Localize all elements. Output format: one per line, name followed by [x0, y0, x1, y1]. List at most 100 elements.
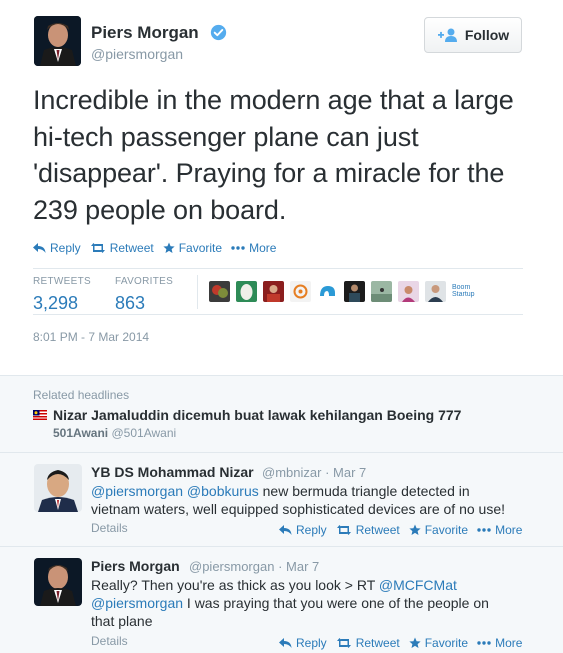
details-link[interactable]: Details [91, 634, 128, 648]
reply-text-part: I was praying that you were one of the p… [183, 595, 489, 611]
retweets-count: 3,298 [33, 293, 79, 313]
related-source-handle: @501Awani [111, 426, 177, 440]
more-label: More [495, 636, 523, 650]
reply-text: @piersmorgan @bobkurus new bermuda trian… [91, 482, 541, 518]
divider [0, 546, 563, 547]
add-user-icon [437, 28, 457, 42]
reply-author-handle[interactable]: @piersmorgan [189, 559, 274, 574]
favoriter-avatar[interactable] [290, 281, 311, 302]
favoriter-avatar[interactable] [209, 281, 230, 302]
author-handle[interactable]: @piersmorgan [91, 46, 183, 62]
star-icon [409, 637, 421, 648]
reply-author-name[interactable]: Piers Morgan [91, 558, 180, 574]
favoriter-avatars: Boom Startup [209, 281, 476, 302]
tweet-text: Incredible in the modern age that a larg… [33, 85, 514, 225]
stats-divider [197, 275, 198, 309]
retweet-icon [336, 525, 351, 535]
more-dots-icon [231, 246, 245, 250]
related-headline-source[interactable]: 501Awani @501Awani [53, 426, 176, 440]
favoriter-avatar[interactable] [425, 281, 446, 302]
divider [0, 452, 563, 453]
reply-meta: @piersmorgan · Mar 7 [189, 559, 319, 574]
verified-badge-icon [210, 24, 227, 41]
tweet-stats: RETWEETS 3,298 FAVORITES 863 Boom Startu… [33, 268, 523, 315]
retweet-button[interactable]: Retweet [336, 636, 400, 650]
favorites-stat[interactable]: FAVORITES 863 [115, 276, 173, 314]
more-dots-icon [477, 528, 491, 532]
more-button[interactable]: More [477, 523, 522, 537]
mention-link[interactable]: @MCFCMat [379, 577, 457, 593]
favoriter-avatar[interactable] [344, 281, 365, 302]
reply-date[interactable]: Mar 7 [286, 559, 319, 574]
favorite-button[interactable]: Favorite [163, 241, 222, 255]
favoriter-avatar[interactable] [398, 281, 419, 302]
related-headline-title[interactable]: Nizar Jamaluddin dicemuh buat lawak kehi… [53, 407, 461, 423]
favorites-count: 863 [115, 293, 146, 313]
favoriter-avatar[interactable] [236, 281, 257, 302]
reply-author-name[interactable]: YB DS Mohammad Nizar [91, 464, 254, 480]
tweet-card: Piers Morgan @piersmorgan Follow Incredi… [0, 0, 563, 653]
reply-icon [33, 243, 46, 253]
tweet-timestamp[interactable]: 8:01 PM - 7 Mar 2014 [33, 330, 149, 344]
favorite-label: Favorite [424, 523, 469, 537]
reply-button[interactable]: Reply [279, 523, 327, 537]
reply-text: Really? Then you're as thick as you look… [91, 576, 541, 630]
reply-text-part: vietnam waters, well equipped sophistica… [91, 501, 506, 517]
retweet-button[interactable]: Retweet [90, 241, 154, 255]
reply-avatar[interactable] [34, 558, 82, 606]
related-headlines-label: Related headlines [33, 388, 130, 402]
mention-link[interactable]: @bobkurus [187, 483, 259, 499]
meta-separator: · [278, 559, 283, 574]
author-name[interactable]: Piers Morgan [91, 23, 199, 43]
retweet-button[interactable]: Retweet [336, 523, 400, 537]
reply-avatar[interactable] [34, 464, 82, 512]
favoriter-avatar[interactable] [263, 281, 284, 302]
favorites-stat-label: FAVORITES [115, 276, 174, 287]
more-label: More [495, 523, 523, 537]
malaysia-flag-icon [33, 410, 47, 420]
follow-label: Follow [464, 27, 510, 43]
more-dots-icon [477, 641, 491, 645]
reply-meta: @mbnizar · Mar 7 [262, 465, 366, 480]
related-source-name: 501Awani [53, 426, 109, 440]
reply-actions: Reply Retweet Favorite More [279, 523, 531, 537]
reply-text-part: Really? Then you're as thick as you look… [91, 577, 379, 593]
favorite-button[interactable]: Favorite [409, 523, 468, 537]
retweet-icon [336, 638, 351, 648]
favorite-label: Favorite [178, 241, 223, 255]
retweet-label: Retweet [355, 636, 400, 650]
star-icon [409, 524, 421, 535]
retweet-icon [90, 243, 105, 253]
favoriter-avatar[interactable] [317, 281, 338, 302]
reply-author-handle[interactable]: @mbnizar [262, 465, 321, 480]
retweets-stat-label: RETWEETS [33, 276, 91, 287]
more-button[interactable]: More [477, 636, 522, 650]
more-label: More [249, 241, 277, 255]
mention-link[interactable]: @piersmorgan [91, 595, 183, 611]
tweet-actions: Reply Retweet Favorite More [33, 241, 285, 255]
retweet-label: Retweet [355, 523, 400, 537]
reply-icon [279, 638, 292, 648]
retweet-label: Retweet [109, 241, 154, 255]
favoriter-avatar[interactable] [371, 281, 392, 302]
reply-button[interactable]: Reply [279, 636, 327, 650]
reply-text-part: that plane [91, 613, 153, 629]
more-button[interactable]: More [231, 241, 276, 255]
favorite-label: Favorite [424, 636, 469, 650]
reply-actions: Reply Retweet Favorite More [279, 636, 531, 650]
mention-link[interactable]: @piersmorgan [91, 483, 183, 499]
reply-button[interactable]: Reply [33, 241, 81, 255]
boom-startup-avatar[interactable]: Boom Startup [452, 281, 476, 302]
favorite-button[interactable]: Favorite [409, 636, 468, 650]
meta-separator: · [325, 465, 330, 480]
author-avatar[interactable] [34, 16, 81, 66]
follow-button[interactable]: Follow [424, 17, 522, 53]
reply-date[interactable]: Mar 7 [333, 465, 366, 480]
star-icon [163, 242, 175, 253]
reply-label: Reply [296, 636, 327, 650]
reply-label: Reply [50, 241, 81, 255]
reply-label: Reply [296, 523, 327, 537]
details-link[interactable]: Details [91, 521, 128, 535]
retweets-stat[interactable]: RETWEETS 3,298 [33, 276, 91, 314]
reply-text-part: new bermuda triangle detected in [258, 483, 470, 499]
